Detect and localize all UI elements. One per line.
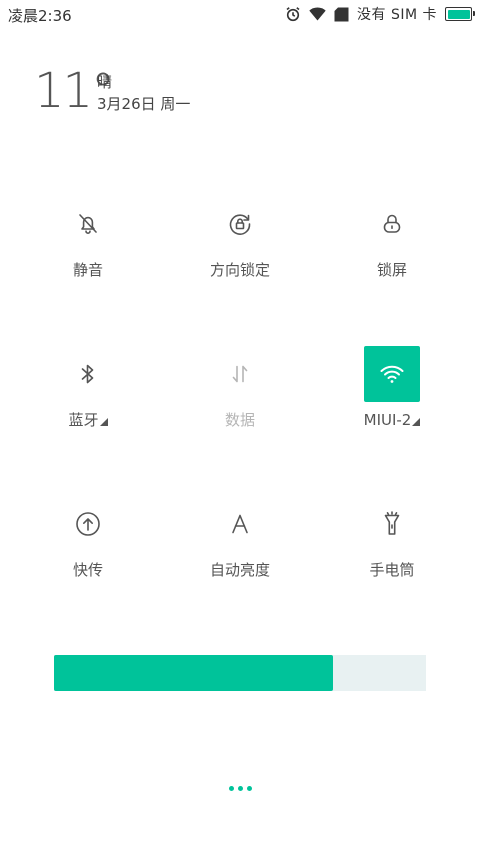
flashlight-icon	[364, 496, 420, 552]
tile-label-text: 蓝牙	[68, 411, 99, 429]
rotation-lock-icon	[212, 196, 268, 252]
tile-wifi[interactable]: MIUI-2	[332, 346, 452, 456]
wifi-icon	[364, 346, 420, 402]
tile-label: 方向锁定	[209, 261, 270, 279]
tile-label: 自动亮度	[209, 561, 270, 579]
page-dot	[237, 786, 243, 791]
tile-mute[interactable]: 静音	[28, 196, 148, 306]
tile-label: 锁屏	[376, 261, 407, 279]
tile-mobile-data[interactable]: 数据	[180, 346, 300, 456]
sim-card-icon	[334, 7, 349, 22]
quick-transfer-icon	[60, 496, 116, 552]
page-dot	[246, 786, 252, 791]
tile-lock-screen[interactable]: 锁屏	[332, 196, 452, 306]
tile-label: 手电筒	[369, 561, 415, 579]
tile-label: 数据	[224, 411, 255, 429]
tile-label-text: MIUI-2	[363, 411, 412, 429]
carrier-label: 没有 SIM 卡	[357, 7, 437, 23]
bluetooth-icon	[60, 346, 116, 402]
auto-brightness-icon	[212, 496, 268, 552]
tile-auto-brightness[interactable]: 自动亮度	[180, 496, 300, 606]
submenu-indicator-icon	[412, 418, 421, 426]
tile-label: MIUI-2	[364, 410, 421, 430]
alarm-icon	[285, 6, 301, 22]
battery-icon	[445, 7, 475, 21]
status-bar: 凌晨2:36 没有 SIM 卡	[0, 0, 480, 28]
tile-bluetooth[interactable]: 蓝牙	[28, 346, 148, 456]
tile-flashlight[interactable]: 手电筒	[332, 496, 452, 606]
mobile-data-icon	[212, 346, 268, 402]
wifi-icon	[309, 7, 326, 21]
tile-rotation-lock[interactable]: 方向锁定	[180, 196, 300, 306]
weather-condition: 晴	[97, 73, 113, 91]
page-dot	[228, 786, 234, 791]
brightness-fill	[54, 655, 333, 691]
weather-date: 3月26日 周一	[97, 95, 191, 113]
lock-icon	[364, 196, 420, 252]
page-indicator[interactable]	[0, 786, 480, 791]
tile-quick-transfer[interactable]: 快传	[28, 496, 148, 606]
tile-label: 快传	[72, 561, 103, 579]
status-icons: 没有 SIM 卡	[285, 4, 475, 24]
battery-level	[447, 9, 470, 19]
bell-off-icon	[60, 196, 116, 252]
submenu-indicator-icon	[99, 418, 108, 426]
brightness-slider[interactable]	[54, 655, 426, 691]
status-time: 凌晨2:36	[8, 7, 72, 25]
tile-label: 静音	[72, 261, 103, 279]
tile-label: 蓝牙	[68, 410, 108, 430]
